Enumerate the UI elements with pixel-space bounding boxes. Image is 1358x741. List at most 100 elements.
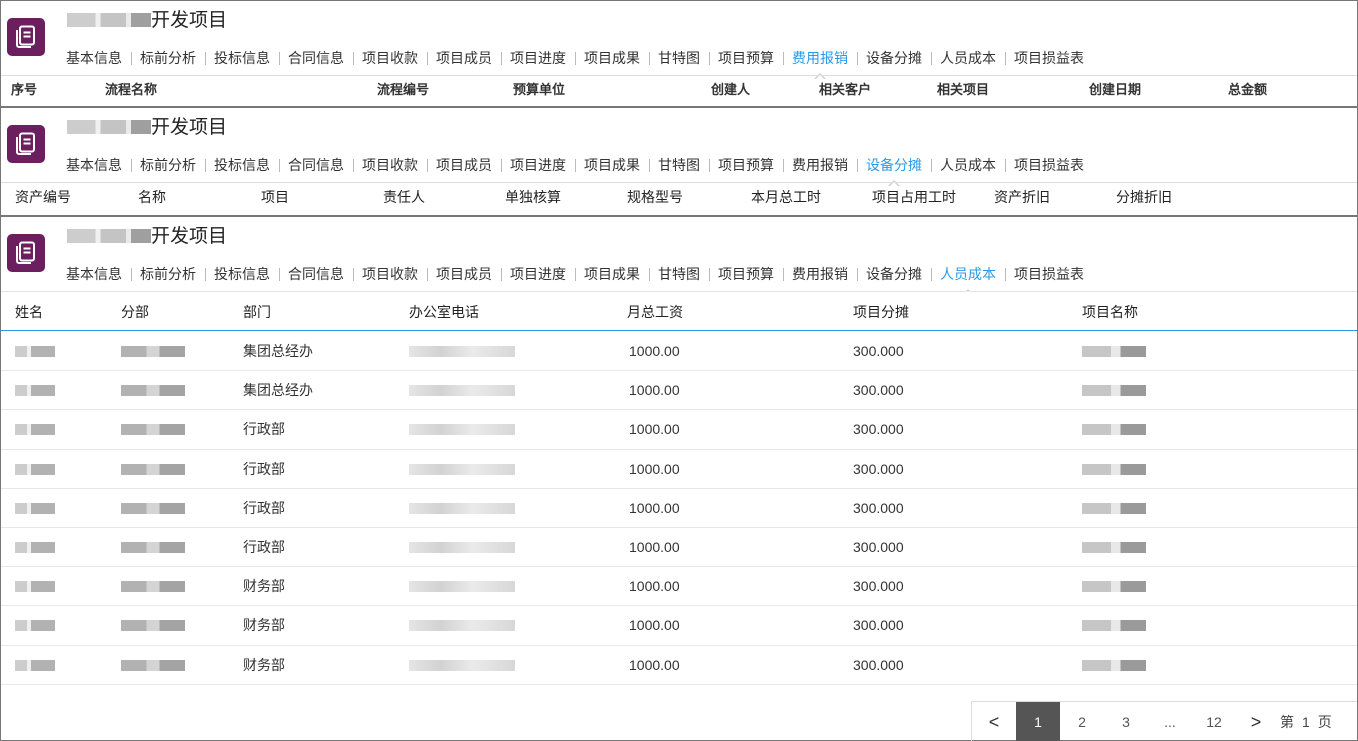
tab-0[interactable]: 基本信息	[57, 263, 131, 285]
column-header[interactable]: 项目名称	[1082, 292, 1138, 332]
tab-10[interactable]: 费用报销	[783, 263, 857, 285]
column-header[interactable]: 项目	[261, 183, 289, 211]
page-1-button[interactable]: 1	[1016, 701, 1060, 741]
table-row[interactable]: 集团总经办 1000.00 300.000	[1, 332, 1357, 372]
column-header[interactable]: 单独核算	[505, 183, 561, 211]
branch-redacted	[121, 385, 185, 397]
column-header[interactable]: 流程名称	[105, 76, 157, 104]
column-header[interactable]: 分摊折旧	[1116, 183, 1172, 211]
column-header[interactable]: 资产编号	[15, 183, 71, 211]
tab-5[interactable]: 项目成员	[427, 263, 501, 285]
dept-cell: 行政部	[243, 460, 285, 477]
tab-9[interactable]: 项目预算	[709, 263, 783, 285]
table-row[interactable]: 财务部 1000.00 300.000	[1, 606, 1357, 646]
column-header[interactable]: 项目分摊	[853, 292, 909, 332]
column-header[interactable]: 创建日期	[1089, 76, 1141, 104]
tab-10[interactable]: 费用报销	[783, 154, 857, 176]
share-cell: 300.000	[853, 382, 904, 399]
branch-redacted	[121, 659, 185, 671]
tab-11[interactable]: 设备分摊	[857, 47, 931, 69]
column-header[interactable]: 分部	[121, 292, 149, 332]
tab-8[interactable]: 甘特图	[649, 154, 709, 176]
branch-redacted	[121, 620, 185, 632]
tab-13[interactable]: 项目损益表	[1005, 47, 1093, 69]
tab-1[interactable]: 标前分析	[131, 263, 205, 285]
tab-13[interactable]: 项目损益表	[1005, 263, 1093, 285]
tab-7[interactable]: 项目成果	[575, 154, 649, 176]
tab-3[interactable]: 合同信息	[279, 263, 353, 285]
tab-10[interactable]: 费用报销	[783, 47, 857, 80]
tab-1[interactable]: 标前分析	[131, 154, 205, 176]
page-2-button[interactable]: 2	[1060, 702, 1104, 741]
column-header[interactable]: 总金额	[1228, 76, 1267, 104]
tab-12[interactable]: 人员成本	[931, 47, 1005, 69]
column-header[interactable]: 本月总工时	[751, 183, 821, 211]
column-header[interactable]: 预算单位	[513, 76, 565, 104]
column-header[interactable]: 办公室电话	[409, 292, 479, 332]
tab-9[interactable]: 项目预算	[709, 47, 783, 69]
next-page-button[interactable]: >	[1236, 702, 1276, 741]
tab-2[interactable]: 投标信息	[205, 263, 279, 285]
table-row[interactable]: 财务部 1000.00 300.000	[1, 646, 1357, 685]
tab-8[interactable]: 甘特图	[649, 47, 709, 69]
tab-1[interactable]: 标前分析	[131, 47, 205, 69]
column-header[interactable]: 序号	[11, 76, 37, 104]
column-header[interactable]: 相关项目	[937, 76, 989, 104]
column-header[interactable]: 姓名	[15, 292, 43, 332]
tab-3[interactable]: 合同信息	[279, 154, 353, 176]
salary-cell: 1000.00	[629, 538, 680, 555]
phone-redacted	[409, 541, 515, 553]
column-header[interactable]: 月总工资	[627, 292, 683, 332]
tab-4[interactable]: 项目收款	[353, 154, 427, 176]
salary-cell: 1000.00	[629, 460, 680, 477]
page-jump-input[interactable]: 1	[1302, 702, 1310, 741]
name-redacted	[15, 502, 55, 514]
table-row[interactable]: 行政部 1000.00 300.000	[1, 528, 1357, 568]
column-header[interactable]: 相关客户	[819, 76, 871, 104]
tab-12[interactable]: 人员成本	[931, 263, 1005, 296]
column-header[interactable]: 创建人	[711, 76, 750, 104]
tab-11[interactable]: 设备分摊	[857, 154, 931, 187]
tab-0[interactable]: 基本信息	[57, 47, 131, 69]
table-row[interactable]: 行政部 1000.00 300.000	[1, 450, 1357, 489]
tab-7[interactable]: 项目成果	[575, 263, 649, 285]
tab-5[interactable]: 项目成员	[427, 47, 501, 69]
column-header[interactable]: 名称	[138, 183, 166, 211]
table-row[interactable]: 行政部 1000.00 300.000	[1, 489, 1357, 528]
table-row[interactable]: 行政部 1000.00 300.000	[1, 410, 1357, 450]
column-header[interactable]: 项目占用工时	[872, 183, 956, 211]
tab-6[interactable]: 项目进度	[501, 263, 575, 285]
pager-ellipsis[interactable]: ...	[1148, 702, 1192, 741]
tab-9[interactable]: 项目预算	[709, 154, 783, 176]
tab-bar: 基本信息 标前分析 投标信息 合同信息 项目收款 项目成员 项目进度 项目成果 甘特图 项目预算费…	[57, 154, 1093, 187]
tab-11[interactable]: 设备分摊	[857, 263, 931, 285]
page-last-button[interactable]: 12	[1192, 702, 1236, 741]
tab-3[interactable]: 合同信息	[279, 47, 353, 69]
tab-2[interactable]: 投标信息	[205, 47, 279, 69]
tab-6[interactable]: 项目进度	[501, 154, 575, 176]
table-row[interactable]: 财务部 1000.00 300.000	[1, 567, 1357, 607]
tab-4[interactable]: 项目收款	[353, 47, 427, 69]
phone-redacted	[409, 385, 515, 397]
tab-12[interactable]: 人员成本	[931, 154, 1005, 176]
column-header[interactable]: 规格型号	[627, 183, 683, 211]
tab-13[interactable]: 项目损益表	[1005, 154, 1093, 176]
tab-6[interactable]: 项目进度	[501, 47, 575, 69]
tab-0[interactable]: 基本信息	[57, 154, 131, 176]
project-panel-staff-cost: 开发项目 基本信息 标前分析 投标信息 合同信息 项目收款 项目成员 项目进度 项目成果 甘特图…	[0, 216, 1358, 741]
table-header: 资产编号 名称 项目 责任人 单独核算 规格型号 本月总工时 项目占用工时 资产…	[1, 182, 1357, 210]
column-header[interactable]: 责任人	[383, 183, 425, 211]
tab-7[interactable]: 项目成果	[575, 47, 649, 69]
tab-8[interactable]: 甘特图	[649, 263, 709, 285]
phone-redacted	[409, 502, 515, 514]
column-header[interactable]: 流程编号	[377, 76, 429, 104]
prev-page-button[interactable]: <	[972, 702, 1016, 741]
project-name-redacted	[67, 13, 151, 27]
tab-2[interactable]: 投标信息	[205, 154, 279, 176]
table-row[interactable]: 集团总经办 1000.00 300.000	[1, 371, 1357, 411]
column-header[interactable]: 部门	[243, 292, 271, 332]
page-3-button[interactable]: 3	[1104, 702, 1148, 741]
tab-4[interactable]: 项目收款	[353, 263, 427, 285]
column-header[interactable]: 资产折旧	[994, 183, 1050, 211]
tab-5[interactable]: 项目成员	[427, 154, 501, 176]
